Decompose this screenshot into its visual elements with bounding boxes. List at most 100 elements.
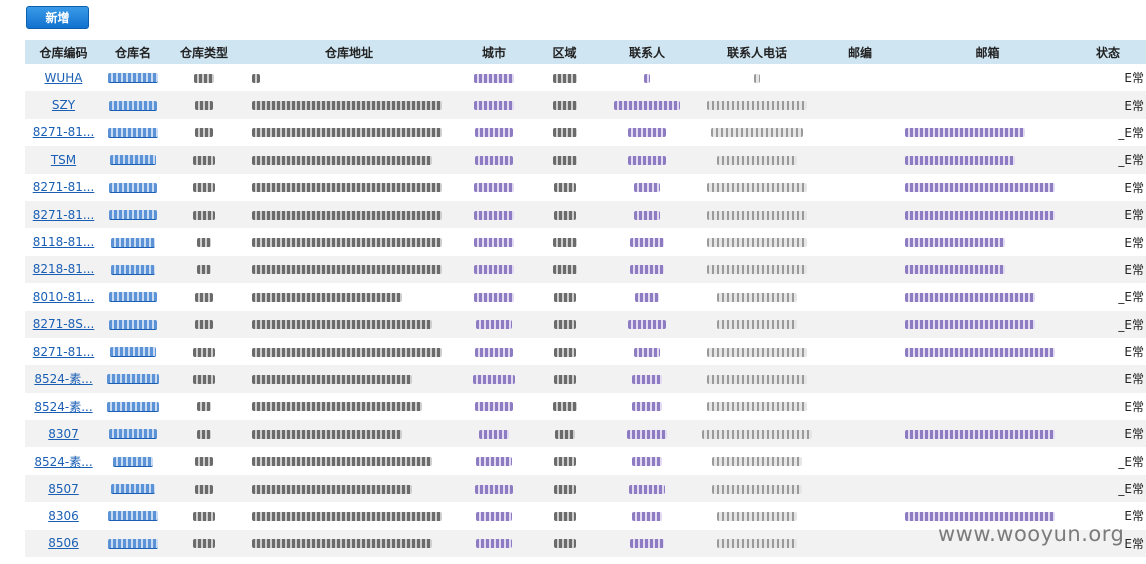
warehouse-code-link[interactable]: 8524-素... (34, 372, 92, 386)
col-header-code[interactable]: 仓库编码 (25, 40, 102, 64)
warehouse-code-link[interactable]: 8524-素... (34, 400, 92, 414)
cell-code[interactable]: 8524-素... (25, 365, 102, 392)
warehouse-code-link[interactable]: 8218-81... (33, 262, 95, 276)
contact-redacted (628, 155, 666, 165)
warehouse-code-link[interactable]: 8271-81... (33, 208, 95, 222)
col-header-city[interactable]: 城市 (454, 40, 534, 64)
region-redacted (552, 402, 577, 412)
warehouse-code-link[interactable]: WUHA (45, 71, 83, 85)
table-row[interactable]: 8507 _E常 (25, 474, 1146, 503)
status-label: E常 (1124, 399, 1144, 414)
cell-code[interactable]: 8507 (25, 475, 102, 502)
warehouse-code-link[interactable]: SZY (52, 98, 75, 112)
table-row[interactable]: 8118-81... E常 (25, 228, 1146, 255)
city-redacted (475, 155, 513, 165)
cell-city (454, 174, 534, 201)
col-header-name[interactable]: 仓库名 (102, 40, 164, 64)
table-row[interactable]: 8307 E常 (25, 420, 1146, 448)
cell-code[interactable]: 8218-81... (25, 256, 102, 283)
cell-address (244, 201, 454, 228)
col-header-zip[interactable]: 邮编 (815, 40, 905, 64)
warehouse-code-link[interactable]: 8271-8S... (33, 317, 95, 331)
warehouse-type-redacted (193, 155, 215, 165)
table-row[interactable]: 8524-素... E常 (25, 393, 1146, 420)
col-header-address[interactable]: 仓库地址 (244, 40, 454, 64)
cell-region (534, 393, 595, 420)
cell-city (454, 365, 534, 392)
cell-code[interactable]: 8271-8S... (25, 311, 102, 338)
cell-code[interactable]: 8118-81... (25, 228, 102, 255)
cell-phone (699, 530, 815, 557)
cell-type (164, 447, 244, 474)
warehouse-name-redacted (109, 182, 157, 193)
cell-contact (595, 91, 699, 118)
cell-phone (699, 119, 815, 146)
table-row[interactable]: WUHA E常 (25, 64, 1146, 91)
warehouse-type-redacted (193, 347, 215, 357)
table-row[interactable]: SZY E常 (25, 91, 1146, 119)
cell-code[interactable]: 8524-素... (25, 447, 102, 474)
contact-redacted (632, 511, 662, 521)
cell-city (454, 475, 534, 502)
table-row[interactable]: 8271-81... E常 (25, 338, 1146, 365)
warehouse-code-link[interactable]: 8118-81... (33, 235, 95, 249)
cell-phone (699, 256, 815, 283)
cell-type (164, 228, 244, 255)
cell-code[interactable]: 8506 (25, 530, 102, 557)
cell-code[interactable]: 8524-素... (25, 393, 102, 420)
cell-zip (815, 502, 905, 529)
warehouse-code-link[interactable]: 8306 (48, 509, 79, 523)
warehouse-code-link[interactable]: 8271-81... (33, 180, 95, 194)
warehouse-code-link[interactable]: 8506 (48, 536, 79, 550)
cell-code[interactable]: 8271-81... (25, 201, 102, 228)
cell-code[interactable]: SZY (25, 91, 102, 118)
table-row[interactable]: 8010-81... _E常 (25, 283, 1146, 310)
warehouse-code-link[interactable]: 8524-素... (34, 455, 92, 469)
warehouse-code-link[interactable]: TSM (51, 153, 76, 167)
cell-email (905, 283, 1070, 310)
table-row[interactable]: 8218-81... E常 (25, 255, 1146, 284)
cell-address (244, 502, 454, 529)
cell-code[interactable]: 8307 (25, 420, 102, 447)
table-row[interactable]: 8524-素... E常 (25, 365, 1146, 393)
col-header-phone[interactable]: 联系人电话 (699, 40, 815, 64)
cell-address (244, 338, 454, 365)
table-row[interactable]: TSM _E常 (25, 146, 1146, 174)
table-row[interactable]: 8271-81... E常 (25, 174, 1146, 201)
warehouse-code-link[interactable]: 8507 (48, 482, 79, 496)
cell-code[interactable]: 8271-81... (25, 338, 102, 365)
add-button[interactable]: 新增 (26, 6, 89, 29)
cell-status: _E常 (1070, 119, 1146, 146)
cell-type (164, 530, 244, 557)
warehouse-code-link[interactable]: 8010-81... (33, 290, 95, 304)
cell-address (244, 475, 454, 502)
warehouse-type-redacted (193, 374, 215, 384)
cell-phone (699, 311, 815, 338)
col-header-type[interactable]: 仓库类型 (164, 40, 244, 64)
table-row[interactable]: 8524-素... _E常 (25, 447, 1146, 474)
email-redacted (905, 347, 1055, 357)
warehouse-code-link[interactable]: 8307 (48, 427, 79, 441)
warehouse-code-link[interactable]: 8271-81... (33, 125, 95, 139)
cell-status: E常 (1070, 174, 1146, 201)
cell-address (244, 256, 454, 283)
cell-code[interactable]: WUHA (25, 64, 102, 91)
table-row[interactable]: 8271-81... _E常 (25, 119, 1146, 146)
table-row[interactable]: 8271-81... E常 (25, 200, 1146, 229)
table-row[interactable]: 8271-8S... _E常 (25, 310, 1146, 338)
status-label: E常 (1124, 427, 1144, 442)
cell-region (534, 530, 595, 557)
cell-code[interactable]: 8271-81... (25, 119, 102, 146)
col-header-email[interactable]: 邮箱 (905, 40, 1070, 64)
cell-code[interactable]: 8010-81... (25, 283, 102, 310)
col-header-status[interactable]: 状态 (1070, 40, 1146, 64)
cell-code[interactable]: TSM (25, 146, 102, 173)
cell-code[interactable]: 8271-81... (25, 174, 102, 201)
cell-name (102, 365, 164, 392)
cell-code[interactable]: 8306 (25, 502, 102, 529)
col-header-region[interactable]: 区域 (534, 40, 595, 64)
cell-zip (815, 201, 905, 228)
warehouse-type-redacted (193, 183, 215, 193)
col-header-contact[interactable]: 联系人 (595, 40, 699, 64)
warehouse-code-link[interactable]: 8271-81... (33, 345, 95, 359)
